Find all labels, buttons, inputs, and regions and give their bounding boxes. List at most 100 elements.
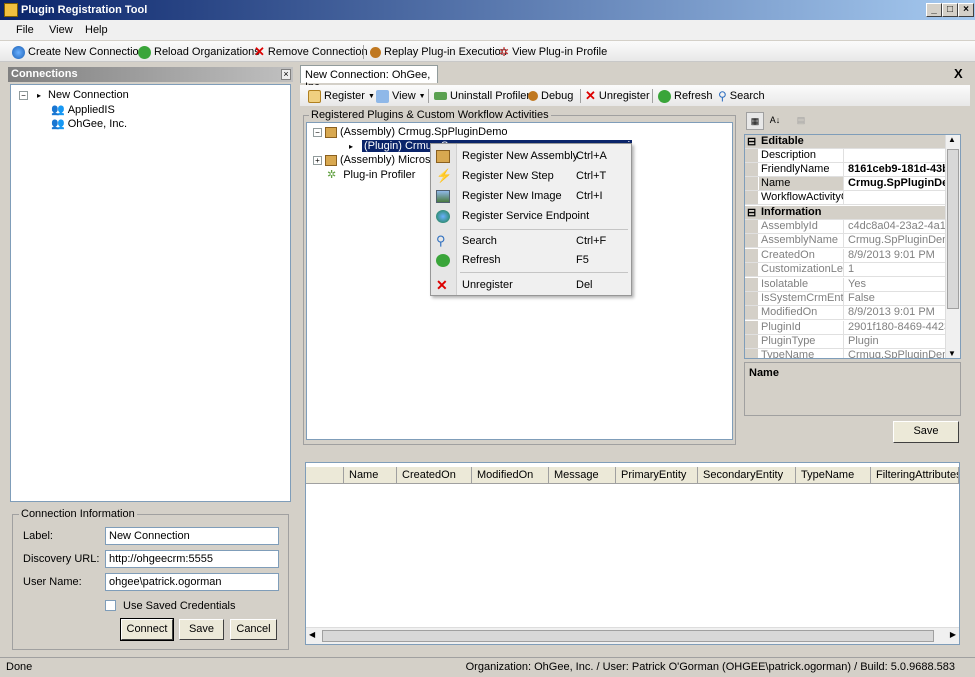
steps-grid[interactable] — [305, 462, 960, 645]
debug-button[interactable]: Debug — [528, 88, 573, 104]
discovery-url-input[interactable]: http://ohgeecrm:5555 — [105, 550, 279, 568]
status-bar: Done Organization: OhGee, Inc. / User: P… — [0, 657, 975, 677]
save-connection-button[interactable]: Save — [179, 619, 224, 640]
column-header[interactable]: FilteringAttributes — [871, 467, 959, 484]
collapse-icon[interactable]: ⊟ — [747, 206, 756, 219]
column-header[interactable]: TypeName — [796, 467, 871, 484]
menu-item-search[interactable]: ⚲ Search Ctrl+F — [431, 232, 631, 250]
reload-organizations-button[interactable]: Reload Organizations — [138, 44, 260, 60]
replay-execution-button[interactable]: Replay Plug-in Execution — [370, 44, 507, 60]
uninstall-icon — [434, 92, 447, 100]
property-row[interactable]: CustomizationLevel1 — [745, 263, 948, 277]
minimize-button[interactable]: _ — [926, 3, 942, 17]
tab-close-button[interactable]: X — [954, 66, 963, 81]
scroll-left-icon[interactable]: ◀ — [309, 630, 315, 639]
property-row[interactable]: PluginId2901f180-8469-4423-bb — [745, 321, 948, 335]
window-title: Plugin Registration Tool — [21, 4, 148, 16]
scroll-thumb[interactable] — [322, 630, 934, 642]
connections-tree[interactable]: − ▸ New Connection 👥 AppliedIS 👥 OhGee, … — [10, 84, 291, 502]
tree-node-assembly[interactable]: − (Assembly) Crmug.SpPluginDemo — [313, 126, 508, 138]
menu-item-register-assembly[interactable]: Register New Assembly Ctrl+A — [431, 147, 631, 165]
collapse-icon[interactable]: − — [19, 90, 28, 100]
scroll-thumb[interactable] — [947, 149, 959, 309]
menu-help[interactable]: Help — [85, 24, 108, 36]
red-x-icon: ✕ — [585, 88, 596, 103]
property-row[interactable]: WorkflowActivityGr — [745, 191, 948, 205]
menu-separator — [460, 272, 628, 273]
refresh-button[interactable]: Refresh — [658, 88, 713, 104]
column-header[interactable]: PrimaryEntity — [616, 467, 698, 484]
view-profile-button[interactable]: ✲ View Plug-in Profile — [499, 44, 607, 60]
sort-alpha-icon[interactable]: A↓ — [766, 112, 784, 130]
tab-connection[interactable]: New Connection: OhGee, Inc. — [300, 65, 438, 93]
step-icon: ⚡ — [436, 168, 453, 183]
connect-button[interactable]: Connect — [120, 618, 174, 641]
menu-item-register-endpoint[interactable]: Register Service Endpoint — [431, 207, 631, 225]
steps-hscrollbar[interactable]: ◀ ▶ — [306, 627, 959, 644]
property-row[interactable]: PluginType Plugin — [745, 335, 948, 349]
unregister-button[interactable]: ✕ Unregister — [585, 88, 650, 104]
column-header[interactable]: ModifiedOn — [472, 467, 549, 484]
menu-item-register-image[interactable]: Register New Image Ctrl+I — [431, 187, 631, 205]
tree-node-org[interactable]: 👥 AppliedIS — [51, 103, 115, 117]
label-input[interactable]: New Connection — [105, 527, 279, 545]
uninstall-profiler-button[interactable]: Uninstall Profiler — [434, 88, 530, 104]
user-name-input[interactable]: ohgee\patrick.ogorman — [105, 573, 279, 591]
expand-icon[interactable]: + — [313, 155, 322, 165]
cancel-button[interactable]: Cancel — [230, 619, 277, 640]
view-icon — [376, 89, 389, 103]
create-connection-button[interactable]: Create New Connection — [12, 44, 145, 60]
property-row-selected[interactable]: Name Crmug.SpPluginDem — [745, 177, 948, 191]
maximize-button[interactable]: □ — [942, 3, 958, 17]
collapse-icon[interactable]: − — [313, 127, 322, 137]
property-row[interactable]: FriendlyName 8161ceb9-181d-43b — [745, 163, 948, 177]
register-dropdown-button[interactable]: Register ▼ — [308, 88, 375, 104]
scroll-down-icon[interactable]: ▼ — [948, 349, 956, 358]
property-grid[interactable]: ⊟ Editable Description FriendlyName 8161ce… — [744, 134, 961, 359]
menu-file[interactable]: File — [16, 24, 34, 36]
close-window-button[interactable]: × — [958, 3, 974, 17]
property-row[interactable]: Isolatable Yes — [745, 278, 948, 292]
globe-icon — [12, 45, 25, 59]
tree-node-org[interactable]: 👥 OhGee, Inc. — [51, 117, 127, 131]
save-properties-button[interactable]: Save — [893, 421, 959, 443]
property-row[interactable]: CreatedOn 8/9/2013 9:01 PM — [745, 249, 948, 263]
property-row[interactable]: TypeNameCrmug.SpPluginDemo.A — [745, 349, 948, 358]
scroll-up-icon[interactable]: ▲ — [948, 135, 956, 144]
categorized-icon[interactable]: ▦ — [746, 112, 764, 130]
menu-item-register-step[interactable]: ⚡ Register New Step Ctrl+T — [431, 167, 631, 185]
property-description: Name — [744, 362, 961, 416]
search-icon: ⚲ — [436, 233, 446, 248]
menu-item-unregister[interactable]: ✕ Unregister Del — [431, 276, 631, 294]
column-header[interactable]: SecondaryEntity — [698, 467, 796, 484]
property-row[interactable]: ModifiedOn 8/9/2013 9:01 PM — [745, 306, 948, 320]
property-row[interactable]: Description — [745, 149, 948, 163]
property-toolbar: ▦ A↓ ▤ — [744, 112, 963, 134]
connections-close-button[interactable]: × — [281, 69, 291, 80]
column-header[interactable]: Name — [344, 467, 397, 484]
property-grid-scrollbar[interactable]: ▲ ▼ — [945, 135, 960, 358]
menu-view[interactable]: View — [49, 24, 73, 36]
collapse-icon[interactable]: ⊟ — [747, 135, 756, 148]
property-row[interactable]: AssemblyName Crmug.SpPluginDemo — [745, 234, 948, 248]
column-header[interactable]: CreatedOn — [397, 467, 472, 484]
search-button[interactable]: ⚲ Search — [718, 88, 765, 104]
menu-item-refresh[interactable]: Refresh F5 — [431, 251, 631, 269]
property-pages-icon[interactable]: ▤ — [792, 112, 810, 130]
tree-node-connection[interactable]: − ▸ New Connection — [19, 89, 129, 101]
saved-credentials-checkbox[interactable] — [105, 600, 116, 611]
category-information[interactable]: ⊟ Information — [745, 206, 948, 220]
scroll-right-icon[interactable]: ▶ — [950, 630, 956, 639]
endpoint-icon — [436, 210, 450, 223]
main-toolbar: Create New Connection Reload Organizatio… — [0, 41, 975, 62]
category-editable[interactable]: ⊟ Editable — [745, 135, 948, 149]
toolbar-separator — [652, 89, 653, 103]
property-row[interactable]: AssemblyIdc4dc8a04-23a2-4a16-b — [745, 220, 948, 234]
column-header[interactable]: Message — [549, 467, 616, 484]
tree-node-profiler[interactable]: ✲ Plug-in Profiler — [327, 168, 415, 182]
property-row[interactable]: IsSystemCrmEntityFalse — [745, 292, 948, 306]
remove-connection-button[interactable]: ✕ Remove Connection — [254, 44, 368, 60]
refresh-icon — [658, 89, 671, 103]
tree-node-assembly[interactable]: + (Assembly) Microsoft — [313, 154, 443, 166]
view-dropdown-button[interactable]: View ▼ — [376, 88, 426, 104]
